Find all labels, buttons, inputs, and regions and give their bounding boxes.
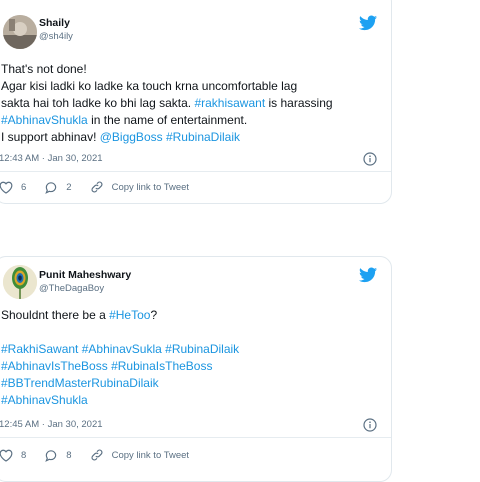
text-span: I support abhinav! [1,130,100,144]
twitter-bird-icon[interactable] [359,15,377,31]
text-line: I support abhinav! @BiggBoss #RubinaDila… [1,129,379,146]
text-line: #AbhinavShukla in the name of entertainm… [1,112,379,129]
hashtag-link[interactable]: #RakhiSawant [1,342,78,356]
text-line: Agar kisi ladki ko ladke ka touch krna u… [1,79,298,93]
reply-icon [45,181,57,194]
author-handle[interactable]: @sh4ily [39,31,73,42]
reply-count: 2 [66,181,72,193]
author-handle[interactable]: @TheDagaBoy [39,283,104,294]
avatar[interactable] [3,265,37,299]
text-line: #RakhiSawant #AbhinavSukla #RubinaDilaik [1,341,379,358]
heart-icon [0,449,13,462]
tweet-actions: 6 2 Copy link to Tweet [0,180,207,194]
like-count: 8 [21,449,27,461]
text-line: #AbhinavIsTheBoss #RubinaIsTheBoss [1,358,379,375]
like-button[interactable]: 6 [0,181,26,194]
avatar[interactable] [3,15,37,49]
link-icon [91,449,103,461]
copy-link-button[interactable]: Copy link to Tweet [90,180,189,194]
text-line: #BBTrendMasterRubinaDilaik [1,375,379,392]
text-span: sakta hai toh ladke ko bhi lag sakta. [1,96,195,110]
text-line: #AbhinavShukla [1,392,379,409]
text-span: ? [150,308,158,322]
tweet-text: Shouldnt there be a #HeToo? #RakhiSawant… [1,307,379,409]
hashtag-link[interactable]: #AbhinavIsTheBoss [1,359,108,373]
timestamp[interactable]: 12:43 AM · Jan 30, 2021 [0,153,103,164]
link-icon [91,181,103,193]
copy-link-button[interactable]: Copy link to Tweet [90,448,189,462]
peacock-feather-icon [3,265,37,299]
hashtag-link[interactable]: #RubinaIsTheBoss [111,359,212,373]
copy-link-label: Copy link to Tweet [111,181,190,193]
timestamp[interactable]: 12:45 AM · Jan 30, 2021 [0,419,103,430]
tweet-text: That's not done! Agar kisi ladki ko ladk… [1,61,379,146]
hashtag-link[interactable]: #AbhinavShukla [1,393,88,407]
hashtag-link[interactable]: #RubinaDilaik [165,342,239,356]
mention-link[interactable]: @BiggBoss [100,130,163,144]
hashtag-link[interactable]: #BBTrendMasterRubinaDilaik [1,376,159,390]
author-name[interactable]: Punit Maheshwary [39,269,131,281]
twitter-bird-icon[interactable] [359,267,377,283]
like-button[interactable]: 8 [0,449,26,462]
tweet-card[interactable]: Shaily @sh4ily That's not done! Agar kis… [0,0,392,204]
like-count: 6 [21,181,27,193]
reply-count: 8 [66,449,72,461]
tweet-actions: 8 8 Copy link to Tweet [0,448,207,462]
divider [0,171,391,172]
copy-link-label: Copy link to Tweet [111,449,190,461]
text-line: That's not done! [1,62,87,76]
info-icon[interactable] [363,152,377,166]
hashtag-link[interactable]: #RubinaDilaik [166,130,240,144]
hashtag-link[interactable]: #AbhinavShukla [1,113,88,127]
heart-icon [0,181,13,194]
author-name[interactable]: Shaily [39,17,70,29]
reply-button[interactable]: 2 [44,181,72,194]
text-line: sakta hai toh ladke ko bhi lag sakta. #r… [1,95,379,112]
text-span: in the name of entertainment. [87,113,248,127]
tweet-card[interactable]: Punit Maheshwary @TheDagaBoy Shouldnt th… [0,256,392,482]
hashtag-link[interactable]: #AbhinavSukla [82,342,162,356]
text-line: Shouldnt there be a #HeToo? [1,307,379,324]
reply-icon [45,449,57,462]
text-span: Shouldnt there be a [1,308,110,322]
hashtag-link[interactable]: #HeToo [109,308,150,322]
divider [0,437,391,438]
info-icon[interactable] [363,418,377,432]
hashtag-link[interactable]: #rakhisawant [194,96,265,110]
avatar-image [3,15,37,49]
reply-button[interactable]: 8 [44,449,72,462]
text-span: is harassing [265,96,333,110]
